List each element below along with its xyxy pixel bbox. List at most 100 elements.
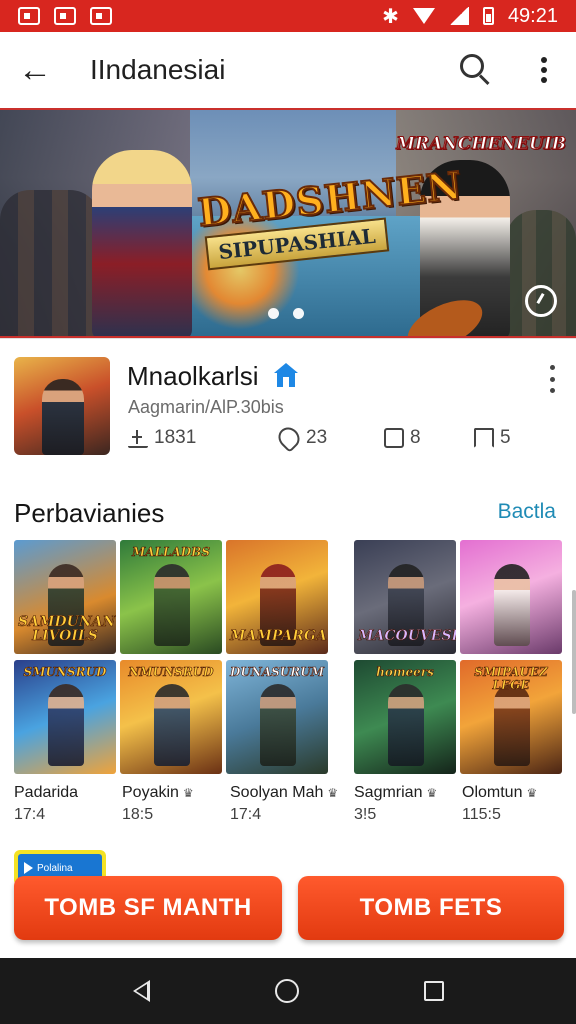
game-tile[interactable]: SMIPAUEZ LEGE	[460, 660, 562, 774]
downloads-count: 1831	[154, 427, 197, 448]
back-button[interactable]: ←	[0, 32, 70, 108]
banner-hero-warrior	[92, 150, 192, 336]
box-icon	[384, 428, 404, 448]
boxes-stat[interactable]: 8	[384, 427, 421, 449]
more-vertical-icon	[549, 365, 555, 370]
more-vertical-icon	[541, 57, 547, 63]
carousel-dot[interactable]	[293, 308, 304, 319]
scrollbar[interactable]	[572, 590, 576, 714]
section-title: Perbavianies	[14, 498, 165, 528]
system-icons: ✱ 49:21	[382, 4, 558, 29]
tile-character	[260, 684, 296, 766]
section-see-all-link[interactable]: Bactla	[498, 500, 556, 524]
game-tile[interactable]: DUNASURUM	[226, 660, 328, 774]
game-tile[interactable]: SAMDUNAN LIVOILS	[14, 540, 116, 654]
promo-chip-label: Polalina	[37, 862, 73, 874]
likes-stat[interactable]: 23	[274, 423, 328, 453]
overflow-menu-button[interactable]	[536, 54, 552, 86]
saves-count: 5	[500, 427, 511, 448]
nav-home-icon[interactable]	[274, 979, 299, 1003]
search-icon-handle	[478, 74, 490, 86]
app-info-card[interactable]: Mnaolkarlsi Aagmarin/AlP.30bis 1831 23 8…	[0, 338, 576, 466]
status-bar: ✱ 49:21	[0, 0, 576, 32]
downloads-stat[interactable]: 1831	[128, 427, 196, 449]
crown-icon: ♛	[182, 786, 194, 800]
signal-icon	[448, 7, 469, 25]
heart-icon	[274, 423, 304, 453]
tile-caption: MALLADBS	[132, 545, 211, 559]
secondary-cta-button[interactable]: TOMB FETS	[298, 876, 564, 940]
more-dot	[541, 77, 547, 83]
primary-cta-button[interactable]: TOMB SF MANTH	[14, 876, 282, 940]
more-dot	[541, 67, 547, 73]
tile-caption: MACOUVESER	[358, 628, 456, 645]
banner-corner-badge: MRANCHENEUIB	[396, 134, 567, 155]
tile-character	[494, 684, 530, 766]
banner-crowd-left	[0, 190, 100, 336]
nav-back-icon[interactable]	[132, 980, 150, 1002]
tile-character	[388, 684, 424, 766]
app-overflow-button[interactable]	[545, 365, 559, 393]
tile-title-text: Olomtun	[462, 784, 523, 801]
wifi-icon	[412, 8, 435, 24]
likes-count: 23	[306, 427, 328, 448]
replay-icon[interactable]	[525, 285, 557, 317]
tile-caption: SAMDUNAN LIVOILS	[18, 613, 116, 645]
arrow-left-icon: ←	[18, 50, 52, 89]
saves-stat[interactable]: 5	[474, 427, 511, 449]
tile-title-text: Sagmrian	[354, 784, 423, 801]
top-app-bar: ← IIndanesiai	[0, 32, 576, 108]
play-icon	[24, 862, 33, 874]
tile-title-text: Poyakin	[122, 784, 179, 801]
tile-meta: 115:5	[462, 806, 501, 823]
carousel-indicator	[268, 308, 304, 319]
tile-caption: SMUNSRUD	[23, 665, 107, 679]
notification-icons	[18, 7, 112, 25]
crown-icon: ♛	[327, 786, 339, 800]
tile-character	[154, 684, 190, 766]
tile-title: Soolyan Mah ♛	[230, 784, 338, 802]
game-tile[interactable]	[460, 540, 562, 654]
more-dot	[549, 376, 555, 382]
tile-title-text: Soolyan Mah	[230, 784, 324, 801]
tile-meta: 17:4	[230, 806, 262, 823]
tile-caption: MAMPARGA	[230, 628, 327, 645]
carousel-dot[interactable]	[268, 308, 279, 319]
page-title: IIndanesiai	[90, 54, 226, 85]
tile-title: Padarida	[14, 784, 79, 801]
app-name: Mnaolkarlsi	[127, 361, 259, 391]
gallery-icon	[54, 7, 76, 25]
notification-icon	[18, 7, 40, 25]
crown-icon: ♛	[526, 786, 538, 800]
game-tile[interactable]: homeers	[354, 660, 456, 774]
sim-card-icon	[90, 7, 112, 25]
search-button[interactable]	[458, 52, 494, 88]
tile-character	[154, 564, 190, 646]
tile-meta: 17:4	[14, 806, 46, 823]
game-tile[interactable]: MALLADBS	[120, 540, 222, 654]
download-icon	[128, 428, 148, 448]
thumbnail-character	[42, 379, 84, 455]
tile-caption: DUNASURUM	[230, 665, 325, 679]
system-navigation-bar	[0, 958, 576, 1024]
boxes-count: 8	[410, 427, 421, 448]
app-subtitle: Aagmarin/AlP.30bis	[128, 397, 284, 417]
game-tile[interactable]: SMUNSRUD	[14, 660, 116, 774]
app-thumbnail[interactable]	[14, 357, 110, 455]
game-tile[interactable]: NMUNSRUD	[120, 660, 222, 774]
banner-crowd-right	[506, 210, 576, 336]
bluetooth-icon: ✱	[382, 5, 399, 28]
tile-caption: homeers	[376, 665, 434, 679]
tile-character	[48, 684, 84, 766]
clock: 49:21	[507, 4, 558, 27]
crown-icon: ♛	[426, 786, 438, 800]
game-tile[interactable]: MAMPARGA	[226, 540, 328, 654]
nav-recents-icon[interactable]	[423, 981, 444, 1001]
game-tile[interactable]: MACOUVESER	[354, 540, 456, 654]
tile-caption: NMUNSRUD	[128, 665, 214, 679]
hero-banner[interactable]: DADSHNEN SIPUPASHIAL MRANCHENEUIB	[0, 108, 576, 338]
tile-meta: 18:5	[122, 806, 154, 823]
bookmark-icon	[474, 428, 494, 448]
more-dot	[549, 388, 555, 393]
verified-home-icon	[274, 363, 298, 387]
